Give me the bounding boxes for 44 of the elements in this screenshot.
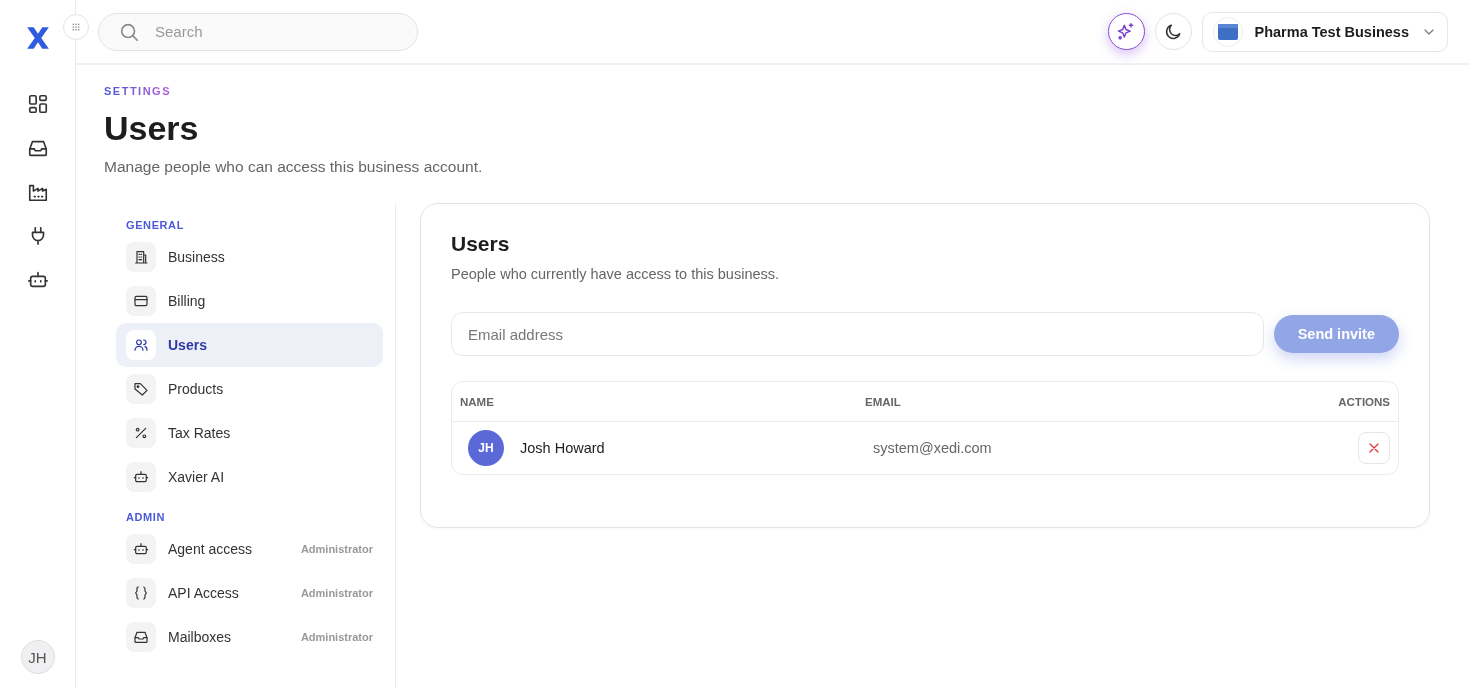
nav-group-heading: GENERAL [125,219,185,231]
settings-nav-item[interactable]: API Access Administrator [116,571,383,615]
logo-icon[interactable] [24,24,51,52]
page-title: Users [104,109,200,148]
settings-nav-item[interactable]: Mailboxes Administrator [116,615,383,659]
credit-card-icon [133,293,149,309]
settings-nav-item[interactable]: Xavier AI [116,455,383,499]
users-icon [133,337,149,353]
column-header: NAME [459,395,495,408]
settings-nav-item[interactable]: Business [116,235,383,279]
settings-nav-item[interactable]: Agent access Administrator [116,527,383,571]
collapse-handle-button[interactable] [63,14,89,40]
robot-icon [133,469,149,485]
ai-assistant-button[interactable] [1107,13,1145,50]
role-label: Administrator [300,587,373,599]
user-email: system@xedi.com [872,440,993,456]
card-title: Users [451,232,511,256]
search-field[interactable]: Search [98,12,418,51]
inbox-icon [133,629,149,645]
business-switcher[interactable]: Pharma Test Business [1201,11,1448,52]
role-label: Administrator [300,631,373,643]
grid-icon [26,93,49,115]
role-label: Administrator [300,543,373,555]
page-description: Manage people who can access this business account. [104,158,484,176]
user-name: Josh Howard [520,440,605,456]
settings-nav-item[interactable]: Billing [116,279,383,323]
building-icon [133,249,149,265]
column-header: EMAIL [865,395,902,408]
card-description: People who currently have access to this business. [451,266,781,282]
nav-group-heading: ADMIN [125,511,167,523]
business-logo-icon [1212,16,1243,47]
tag-icon [133,381,149,397]
section-label: SETTINGS [104,85,171,97]
user-avatar[interactable]: JH [20,640,55,674]
settings-nav-item[interactable]: Users [116,323,383,367]
braces-icon [133,585,149,601]
theme-toggle-button[interactable] [1154,13,1192,50]
settings-nav-item[interactable]: Tax Rates [116,411,383,455]
email-input[interactable]: Email address [451,312,1264,356]
percent-icon [133,425,149,441]
robot-icon [133,541,149,557]
settings-nav-item[interactable]: Products [116,367,383,411]
column-header: ACTIONS [1338,395,1391,408]
user-avatar: JH [468,430,504,466]
